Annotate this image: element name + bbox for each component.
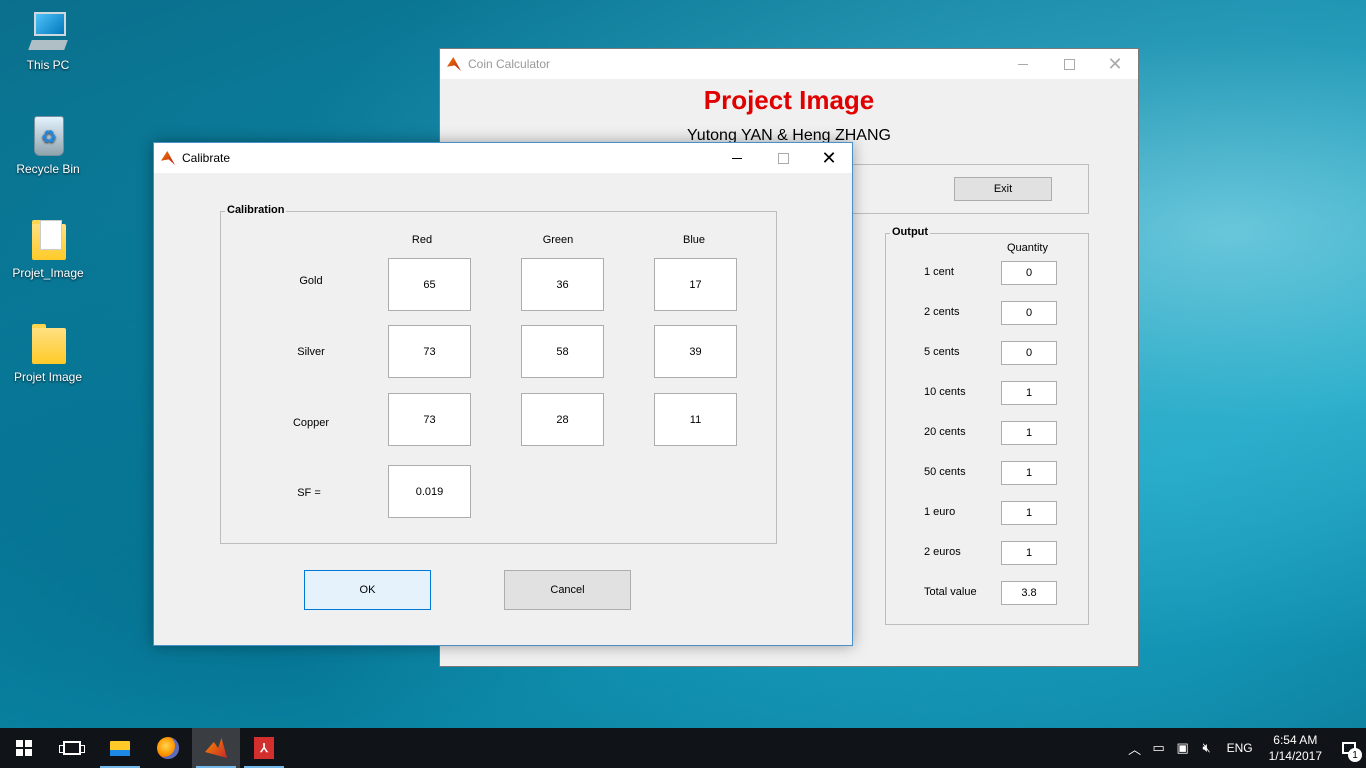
window-title: Coin Calculator bbox=[468, 57, 551, 71]
desktop-icon-label: This PC bbox=[26, 58, 70, 72]
column-header-red: Red bbox=[411, 234, 433, 246]
maximize-button[interactable] bbox=[760, 143, 806, 173]
folder-with-files-icon bbox=[26, 218, 70, 262]
row-label-gold: Gold bbox=[299, 275, 323, 287]
silver-green-input[interactable]: 58 bbox=[521, 325, 604, 378]
sf-input[interactable]: 0.019 bbox=[388, 465, 471, 518]
acrobat-icon: ⅄ bbox=[254, 737, 274, 759]
folder-icon bbox=[26, 322, 70, 366]
coin-calculator-titlebar[interactable]: Coin Calculator ✕ bbox=[440, 49, 1138, 79]
desktop-icon-projet-image-folder[interactable]: Projet Image bbox=[8, 322, 88, 384]
matlab-icon bbox=[446, 56, 462, 72]
output-panel-title: Output bbox=[890, 226, 931, 238]
gold-green-input[interactable]: 36 bbox=[521, 258, 604, 311]
output-label: 2 euros bbox=[924, 546, 961, 558]
task-view-icon bbox=[59, 741, 85, 755]
taskbar-file-explorer[interactable] bbox=[96, 728, 144, 768]
output-value-field[interactable]: 1 bbox=[1001, 381, 1057, 405]
clock[interactable]: 6:54 AM 1/14/2017 bbox=[1269, 732, 1322, 764]
quantity-column-header: Quantity bbox=[1007, 242, 1048, 254]
taskbar-acrobat[interactable]: ⅄ bbox=[240, 728, 288, 768]
output-label: 50 cents bbox=[924, 466, 966, 478]
silver-blue-input[interactable]: 39 bbox=[654, 325, 737, 378]
exit-button[interactable]: Exit bbox=[954, 177, 1052, 201]
column-header-green: Green bbox=[542, 234, 574, 246]
minimize-button[interactable] bbox=[714, 143, 760, 173]
system-tray: ︿ ▭ ▣ 🔇︎ ENG 6:54 AM 1/14/2017 1 bbox=[1123, 728, 1366, 768]
output-panel: Output bbox=[885, 226, 1089, 625]
clock-time: 6:54 AM bbox=[1273, 733, 1318, 747]
desktop-icon-label: Projet_Image bbox=[12, 266, 84, 280]
output-value-field[interactable]: 1 bbox=[1001, 461, 1057, 485]
copper-blue-input[interactable]: 11 bbox=[654, 393, 737, 446]
windows-logo-icon bbox=[16, 740, 32, 756]
output-label: 1 cent bbox=[924, 266, 954, 278]
clock-date: 1/14/2017 bbox=[1268, 749, 1322, 763]
row-label-silver: Silver bbox=[297, 346, 325, 358]
cancel-button[interactable]: Cancel bbox=[504, 570, 631, 610]
output-value-field[interactable]: 0 bbox=[1001, 261, 1057, 285]
start-button[interactable] bbox=[0, 728, 48, 768]
copper-red-input[interactable]: 73 bbox=[388, 393, 471, 446]
gold-blue-input[interactable]: 17 bbox=[654, 258, 737, 311]
computer-icon bbox=[26, 10, 70, 54]
taskbar-matlab[interactable] bbox=[192, 728, 240, 768]
battery-icon[interactable]: ▭ bbox=[1147, 740, 1171, 756]
action-center-button[interactable]: 1 bbox=[1332, 728, 1366, 768]
maximize-button[interactable] bbox=[1046, 49, 1092, 79]
desktop-icon-label: Projet Image bbox=[13, 370, 83, 384]
calibration-panel-title: Calibration bbox=[225, 204, 287, 216]
copper-green-input[interactable]: 28 bbox=[521, 393, 604, 446]
task-view-button[interactable] bbox=[48, 728, 96, 768]
output-value-field[interactable]: 0 bbox=[1001, 341, 1057, 365]
output-label: 5 cents bbox=[924, 346, 960, 358]
network-icon[interactable]: ▣ bbox=[1171, 740, 1195, 756]
total-value-field[interactable]: 3.8 bbox=[1001, 581, 1057, 605]
output-value-field[interactable]: 1 bbox=[1001, 421, 1057, 445]
notification-badge: 1 bbox=[1348, 748, 1362, 762]
output-value-field[interactable]: 0 bbox=[1001, 301, 1057, 325]
gold-red-input[interactable]: 65 bbox=[388, 258, 471, 311]
output-label: 10 cents bbox=[924, 386, 966, 398]
language-indicator[interactable]: ENG bbox=[1227, 741, 1253, 755]
silver-red-input[interactable]: 73 bbox=[388, 325, 471, 378]
output-label: 1 euro bbox=[924, 506, 956, 518]
calibrate-dialog: Calibrate ✕ Calibration Red Green Blue G… bbox=[153, 142, 853, 646]
calibrate-titlebar[interactable]: Calibrate ✕ bbox=[154, 143, 852, 173]
recycle-bin-icon: ♻ bbox=[26, 114, 70, 158]
matlab-icon bbox=[205, 738, 227, 758]
matlab-icon bbox=[160, 150, 176, 166]
output-label: 2 cents bbox=[924, 306, 960, 318]
close-button[interactable]: ✕ bbox=[806, 143, 852, 173]
total-value-label: Total value bbox=[924, 586, 977, 598]
desktop-icon-this-pc[interactable]: This PC bbox=[8, 10, 88, 72]
taskbar-firefox[interactable] bbox=[144, 728, 192, 768]
row-label-copper: Copper bbox=[292, 417, 330, 429]
desktop-icon-recycle-bin[interactable]: ♻ Recycle Bin bbox=[8, 114, 88, 176]
minimize-button[interactable] bbox=[1000, 49, 1046, 79]
output-value-field[interactable]: 1 bbox=[1001, 501, 1057, 525]
column-header-blue: Blue bbox=[682, 234, 706, 246]
close-button[interactable]: ✕ bbox=[1092, 49, 1138, 79]
firefox-icon bbox=[157, 737, 179, 759]
taskbar: ⅄ ︿ ▭ ▣ 🔇︎ ENG 6:54 AM 1/14/2017 1 bbox=[0, 728, 1366, 768]
output-value-field[interactable]: 1 bbox=[1001, 541, 1057, 565]
show-hidden-icons-chevron-icon[interactable]: ︿ bbox=[1123, 739, 1147, 758]
ok-button[interactable]: OK bbox=[304, 570, 431, 610]
output-label: 20 cents bbox=[924, 426, 966, 438]
desktop-icon-projet-image-zip[interactable]: Projet_Image bbox=[8, 218, 88, 280]
sf-label: SF = bbox=[297, 487, 321, 499]
desktop-icon-label: Recycle Bin bbox=[16, 162, 80, 176]
window-title: Calibrate bbox=[182, 151, 231, 165]
project-heading: Project Image bbox=[703, 85, 875, 115]
file-explorer-icon bbox=[110, 740, 130, 756]
volume-muted-icon[interactable]: 🔇︎ bbox=[1195, 740, 1219, 756]
